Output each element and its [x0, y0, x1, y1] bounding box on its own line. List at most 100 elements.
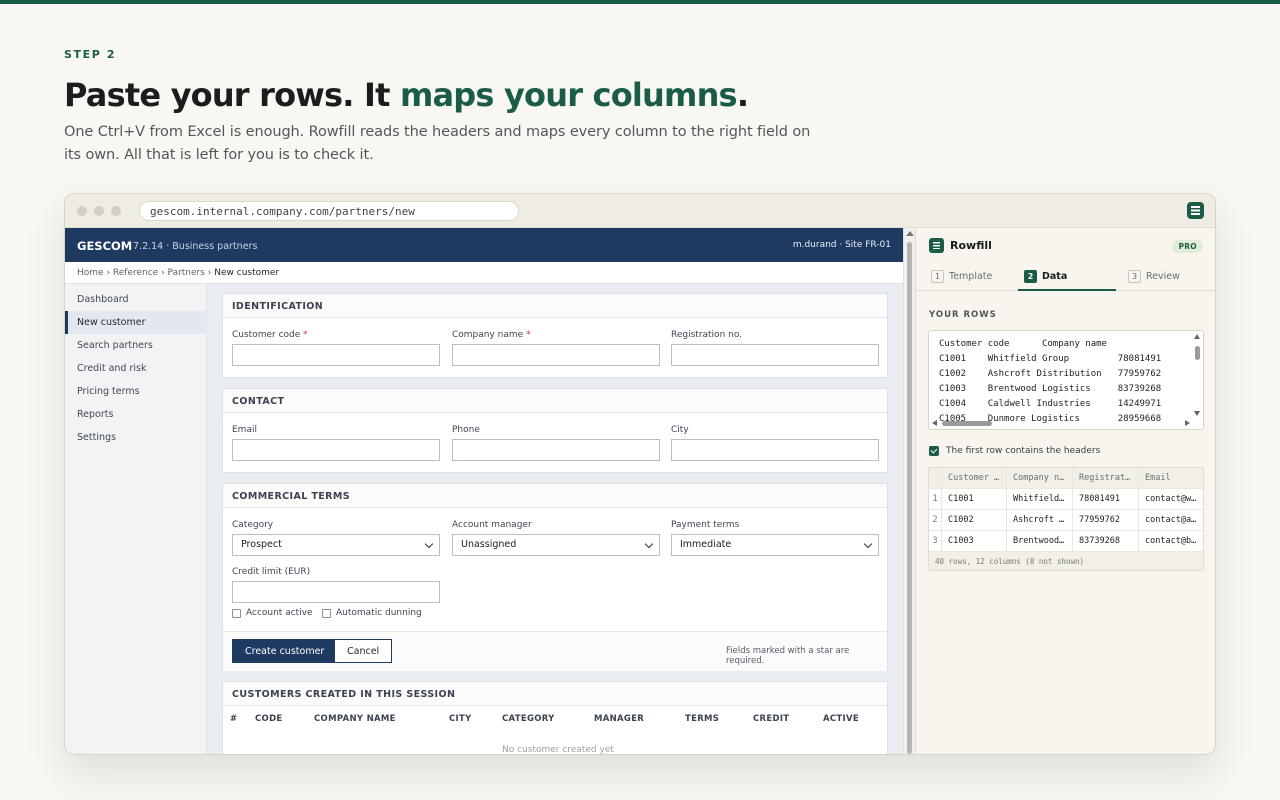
- sidebar-item[interactable]: Credit and risk: [65, 357, 207, 380]
- paste-vertical-scrollbar[interactable]: [1194, 334, 1201, 420]
- payment-terms-select[interactable]: Immediate: [671, 534, 879, 556]
- scroll-up-icon[interactable]: [906, 231, 914, 236]
- city-label: City: [671, 425, 689, 435]
- preview-cell: 2: [929, 510, 942, 531]
- preview-cell: Brentwood…: [1007, 531, 1073, 552]
- column-header[interactable]: MANAGER: [594, 714, 644, 724]
- panel-title: Rowfill: [950, 239, 992, 252]
- account-active-label: Account active: [246, 608, 313, 618]
- column-header[interactable]: CREDIT: [753, 714, 789, 724]
- customer-code-field[interactable]: [232, 344, 440, 366]
- column-header[interactable]: COMPANY NAME: [314, 714, 396, 724]
- preview-cell: 3: [929, 531, 942, 552]
- paste-area[interactable]: Customer code Company name C1001 Whitfie…: [928, 330, 1204, 430]
- page-subtitle: One Ctrl+V from Excel is enough. Rowfill…: [64, 124, 811, 163]
- form-actions: Create customer Cancel Fields marked wit…: [223, 631, 887, 671]
- column-header[interactable]: TERMS: [685, 714, 719, 724]
- rowfill-extension-icon[interactable]: [1187, 202, 1204, 219]
- section-title: COMMERCIAL TERMS: [223, 484, 887, 508]
- preview-cell: contact@b…: [1139, 531, 1203, 552]
- cancel-button[interactable]: Cancel: [334, 639, 393, 663]
- sidebar-item[interactable]: Reports: [65, 403, 207, 426]
- window-dot-icon[interactable]: [111, 206, 121, 216]
- sidebar-item[interactable]: Dashboard: [65, 288, 207, 311]
- address-bar[interactable]: gescom.internal.company.com/partners/new: [139, 201, 519, 221]
- preview-cell: contact@a…: [1139, 510, 1203, 531]
- tab-step-number: 3: [1128, 270, 1141, 283]
- phone-field[interactable]: [452, 439, 660, 461]
- user-info[interactable]: m.durand · Site FR-01: [793, 240, 891, 250]
- scroll-down-icon[interactable]: [1194, 411, 1200, 416]
- breadcrumb-path[interactable]: Home › Reference › Partners ›: [77, 268, 214, 278]
- your-rows-heading: YOUR ROWS: [929, 310, 997, 320]
- headline-main: Paste your rows. It: [64, 76, 400, 114]
- breadcrumb: Home › Reference › Partners › New custom…: [65, 262, 903, 284]
- preview-cell: 77959762: [1073, 510, 1139, 531]
- automatic-dunning-label: Automatic dunning: [336, 608, 422, 618]
- pasted-rows-text: Customer code Company name C1001 Whitfie…: [939, 339, 1162, 424]
- scrollbar-thumb[interactable]: [942, 421, 992, 426]
- automatic-dunning-checkbox[interactable]: [322, 609, 331, 618]
- section-title: CONTACT: [223, 389, 887, 413]
- session-customers-card: CUSTOMERS CREATED IN THIS SESSION # CODE C…: [222, 681, 888, 754]
- preview-row: 2 C1002 Ashcroft … 77959762 contact@a…: [929, 510, 1203, 531]
- browser-chrome: gescom.internal.company.com/partners/new: [65, 194, 1215, 228]
- account-active-checkbox[interactable]: [232, 609, 241, 618]
- main-content: IDENTIFICATION Customer code * Company n…: [207, 284, 903, 754]
- rowfill-logo-icon: [929, 238, 944, 253]
- contact-card: CONTACT Email Phone City: [222, 388, 888, 473]
- breadcrumb-current: New customer: [214, 268, 280, 278]
- sidebar-item[interactable]: New customer: [65, 311, 207, 334]
- pro-badge: PRO: [1172, 240, 1203, 253]
- column-header[interactable]: CATEGORY: [502, 714, 555, 724]
- create-customer-button[interactable]: Create customer: [232, 639, 338, 663]
- credit-limit-label: Credit limit (EUR): [232, 567, 311, 577]
- tab-review[interactable]: 3 Review: [1122, 262, 1212, 291]
- scroll-up-icon[interactable]: [1194, 334, 1200, 339]
- paste-horizontal-scrollbar[interactable]: [932, 420, 1196, 427]
- scroll-left-icon[interactable]: [932, 420, 937, 426]
- preview-column-header: [929, 468, 942, 489]
- column-header[interactable]: CODE: [255, 714, 283, 724]
- panel-tabs: 1 Template 2 Data 3 Review: [916, 262, 1215, 291]
- column-header[interactable]: ACTIVE: [823, 714, 859, 724]
- customer-code-label: Customer code *: [232, 330, 308, 340]
- preview-cell: C1003: [942, 531, 1007, 552]
- preview-column-header: Company n…: [1007, 468, 1073, 489]
- registration-field[interactable]: [671, 344, 879, 366]
- first-row-headers-checkbox[interactable]: [929, 446, 939, 456]
- section-title: CUSTOMERS CREATED IN THIS SESSION: [223, 682, 887, 706]
- scroll-right-icon[interactable]: [1185, 420, 1190, 426]
- phone-label: Phone: [452, 425, 480, 435]
- page-title: Paste your rows. It maps your columns.: [64, 76, 749, 114]
- sidebar-item[interactable]: Pricing terms: [65, 380, 207, 403]
- preview-cell: 78081491: [1073, 489, 1139, 510]
- app-header: GESCOM 7.2.14 · Business partners m.dura…: [65, 228, 903, 262]
- account-manager-select[interactable]: Unassigned: [452, 534, 660, 556]
- preview-cell: C1002: [942, 510, 1007, 531]
- window-dot-icon[interactable]: [77, 206, 87, 216]
- column-header[interactable]: #: [230, 714, 237, 724]
- city-field[interactable]: [671, 439, 879, 461]
- company-name-field[interactable]: [452, 344, 660, 366]
- app-scrollbar[interactable]: [903, 228, 915, 754]
- tab-template[interactable]: 1 Template: [925, 262, 1015, 291]
- browser-window: gescom.internal.company.com/partners/new…: [64, 193, 1216, 755]
- window-dot-icon[interactable]: [94, 206, 104, 216]
- credit-limit-field[interactable]: [232, 581, 440, 603]
- scrollbar-thumb[interactable]: [907, 242, 912, 754]
- tab-data[interactable]: 2 Data: [1018, 262, 1116, 291]
- sidebar-item[interactable]: Settings: [65, 426, 207, 449]
- email-field[interactable]: [232, 439, 440, 461]
- sidebar-item[interactable]: Search partners: [65, 334, 207, 357]
- app-version: 7.2.14 · Business partners: [133, 241, 258, 252]
- tab-label: Data: [1042, 271, 1068, 282]
- preview-row: 3 C1003 Brentwood… 83739268 contact@b…: [929, 531, 1203, 552]
- category-select[interactable]: Prospect: [232, 534, 440, 556]
- headline-period: .: [736, 76, 749, 114]
- column-header[interactable]: CITY: [449, 714, 472, 724]
- preview-footer: 40 rows, 12 columns (8 not shown): [929, 552, 1203, 570]
- scrollbar-thumb[interactable]: [1195, 346, 1200, 360]
- tab-label: Review: [1146, 271, 1180, 282]
- sidebar: Dashboard New customer Search partners Cred…: [65, 284, 207, 754]
